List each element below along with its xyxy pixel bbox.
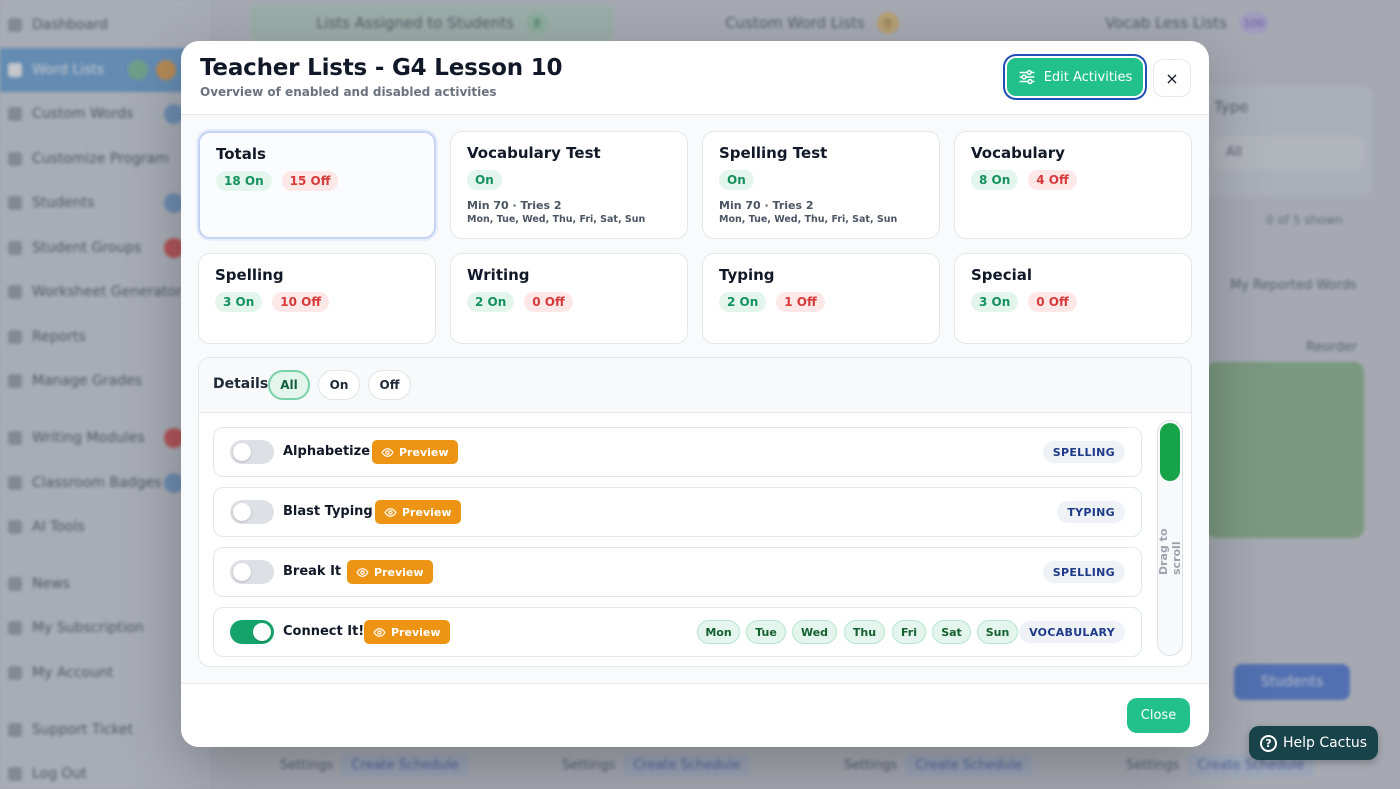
stat-card-vocabulary[interactable]: Vocabulary 8 On 4 Off — [954, 131, 1192, 239]
category-badge: SPELLING — [1042, 441, 1125, 463]
help-cactus-button[interactable]: ? Help Cactus — [1249, 726, 1378, 760]
day-chip-mon: Mon — [697, 620, 740, 644]
activity-row-alphabetize: Alphabetize Preview SPELLING — [213, 427, 1142, 477]
activity-toggle[interactable] — [230, 560, 274, 584]
stat-card-spelling[interactable]: Spelling 3 On 10 Off — [198, 253, 436, 344]
stat-card-vocabulary-test[interactable]: Vocabulary Test On Min 70 · Tries 2 Mon,… — [450, 131, 688, 239]
details-panel: Details All On Off Alphabetize Preview S… — [198, 357, 1192, 667]
stat-card-writing[interactable]: Writing 2 On 0 Off — [450, 253, 688, 344]
activity-toggle[interactable] — [230, 500, 274, 524]
modal-header: Teacher Lists - G4 Lesson 10 Overview of… — [181, 41, 1209, 115]
stat-card-special[interactable]: Special 3 On 0 Off — [954, 253, 1192, 344]
activity-row-blast-typing: Blast Typing Preview TYPING — [213, 487, 1142, 537]
off-count-chip: 4 Off — [1028, 170, 1077, 190]
toggle-knob — [233, 503, 251, 521]
filter-on[interactable]: On — [318, 370, 360, 400]
sliders-icon — [1019, 69, 1035, 85]
preview-button[interactable]: Preview — [364, 620, 450, 644]
day-chip-thu: Thu — [844, 620, 885, 644]
toggle-knob — [233, 443, 251, 461]
stat-card-totals[interactable]: Totals 18 On 15 Off — [198, 131, 436, 239]
on-count-chip: 3 On — [971, 292, 1019, 312]
filter-all[interactable]: All — [268, 370, 310, 400]
stat-card-typing[interactable]: Typing 2 On 1 Off — [702, 253, 940, 344]
activity-toggle[interactable] — [230, 440, 274, 464]
filter-off[interactable]: Off — [368, 370, 411, 400]
modal-title: Teacher Lists - G4 Lesson 10 — [200, 55, 563, 81]
day-chip-sat: Sat — [932, 620, 971, 644]
stat-card-spelling-test[interactable]: Spelling Test On Min 70 · Tries 2 Mon, T… — [702, 131, 940, 239]
modal-subtitle: Overview of enabled and disabled activit… — [200, 85, 497, 99]
drag-scroll-handle[interactable]: Drag to scroll — [1157, 420, 1183, 656]
eye-icon — [381, 447, 394, 457]
activities-modal: Teacher Lists - G4 Lesson 10 Overview of… — [181, 41, 1209, 747]
activity-toggle[interactable] — [230, 620, 274, 644]
scroll-hint: Drag to scroll — [1157, 528, 1183, 576]
eye-icon — [356, 567, 369, 577]
day-chip-wed: Wed — [792, 620, 837, 644]
status-chip: On — [467, 170, 502, 190]
off-count-chip: 15 Off — [281, 171, 339, 191]
off-count-chip: 0 Off — [1028, 292, 1077, 312]
category-badge: SPELLING — [1042, 561, 1125, 583]
off-count-chip: 10 Off — [272, 292, 330, 312]
activity-row-connect-it: Connect It! Preview Mon Tue Wed Thu Fri … — [213, 607, 1142, 657]
status-chip: On — [719, 170, 754, 190]
activity-row-break-it: Break It Preview SPELLING — [213, 547, 1142, 597]
test-days: Mon, Tue, Wed, Thu, Fri, Sat, Sun — [467, 214, 646, 225]
edit-activities-button[interactable]: Edit Activities — [1007, 58, 1143, 96]
preview-button[interactable]: Preview — [347, 560, 433, 584]
day-chip-sun: Sun — [977, 620, 1018, 644]
modal-footer: Close — [181, 683, 1209, 747]
on-count-chip: 3 On — [215, 292, 263, 312]
test-settings: Min 70 · Tries 2 — [719, 199, 814, 212]
on-count-chip: 2 On — [467, 292, 515, 312]
toggle-knob — [253, 623, 271, 641]
off-count-chip: 1 Off — [776, 292, 825, 312]
scroll-thumb[interactable] — [1160, 423, 1180, 481]
on-count-chip: 8 On — [971, 170, 1019, 190]
eye-icon — [373, 627, 386, 637]
toggle-knob — [233, 563, 251, 581]
category-badge: VOCABULARY — [1019, 621, 1125, 643]
category-badge: TYPING — [1057, 501, 1125, 523]
day-chip-tue: Tue — [746, 620, 786, 644]
on-count-chip: 18 On — [216, 171, 272, 191]
test-settings: Min 70 · Tries 2 — [467, 199, 562, 212]
details-filter-bar: Details All On Off — [199, 358, 1191, 413]
preview-button[interactable]: Preview — [372, 440, 458, 464]
day-chip-fri: Fri — [892, 620, 926, 644]
question-icon: ? — [1259, 734, 1277, 752]
close-button[interactable]: Close — [1127, 698, 1190, 733]
modal-body: Totals 18 On 15 Off Vocabulary Test On M… — [181, 115, 1209, 683]
preview-button[interactable]: Preview — [375, 500, 461, 524]
off-count-chip: 0 Off — [524, 292, 573, 312]
on-count-chip: 2 On — [719, 292, 767, 312]
eye-icon — [384, 507, 397, 517]
test-days: Mon, Tue, Wed, Thu, Fri, Sat, Sun — [719, 214, 898, 225]
close-icon[interactable]: × — [1153, 59, 1191, 97]
